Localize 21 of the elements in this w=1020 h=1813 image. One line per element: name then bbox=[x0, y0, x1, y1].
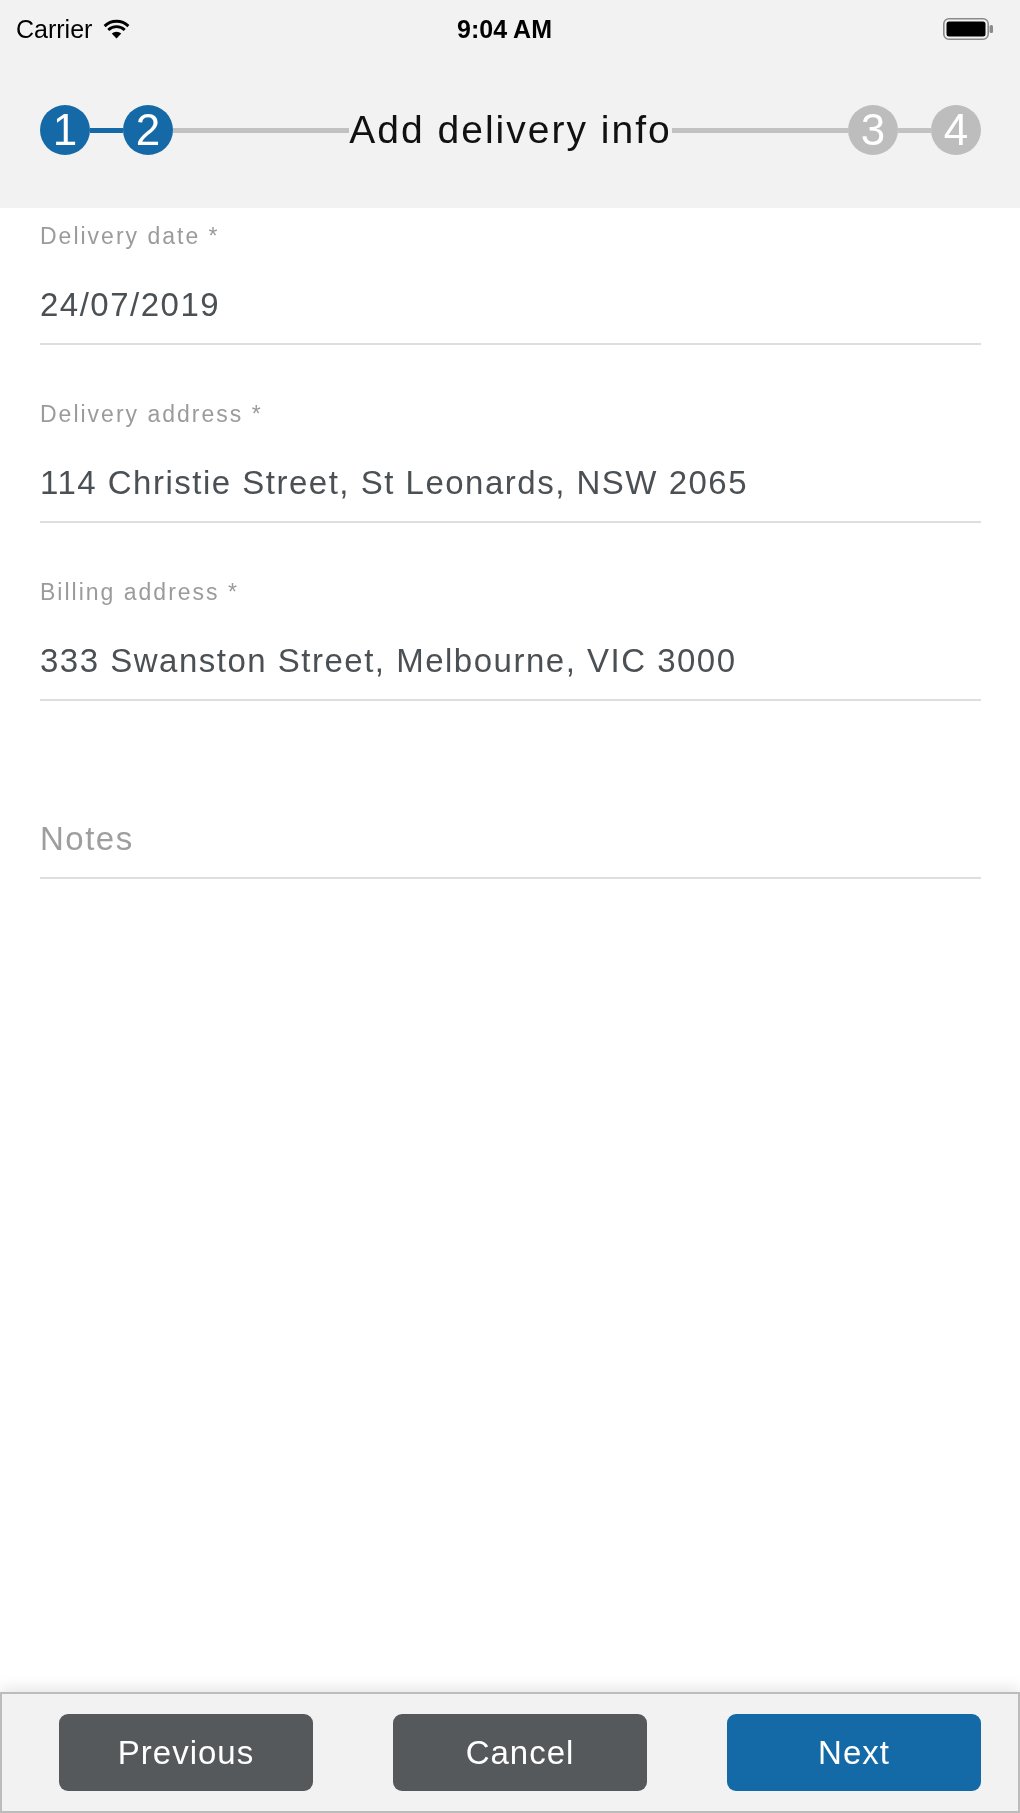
field-label: Delivery date * bbox=[40, 223, 220, 249]
wifi-icon bbox=[103, 19, 131, 39]
input-field[interactable]: Notes bbox=[40, 819, 981, 879]
input-field[interactable]: 114 Christie Street, St Leonards, NSW 2065 bbox=[40, 463, 981, 523]
secondary-button[interactable]: Previous bbox=[59, 1714, 313, 1791]
input-field[interactable]: 24/07/2019 bbox=[40, 285, 981, 345]
secondary-button[interactable]: Cancel bbox=[393, 1714, 647, 1791]
step-connector bbox=[898, 127, 931, 133]
field-label: Billing address * bbox=[40, 579, 239, 605]
step-indicator: 3 bbox=[848, 105, 898, 155]
carrier-name: Carrier bbox=[16, 14, 93, 44]
step-connector bbox=[90, 127, 123, 133]
step-indicator: 4 bbox=[931, 105, 981, 155]
battery-icon bbox=[943, 18, 993, 40]
primary-button[interactable]: Next bbox=[727, 1714, 981, 1791]
step-title: Add delivery info bbox=[349, 108, 672, 152]
field-label: Delivery address * bbox=[40, 401, 263, 427]
clock-time: 9:04 AM bbox=[457, 14, 552, 44]
step-indicator: 2 bbox=[123, 105, 173, 155]
step-indicator: 1 bbox=[40, 105, 90, 155]
input-field[interactable]: 333 Swanston Street, Melbourne, VIC 3000 bbox=[40, 641, 981, 701]
